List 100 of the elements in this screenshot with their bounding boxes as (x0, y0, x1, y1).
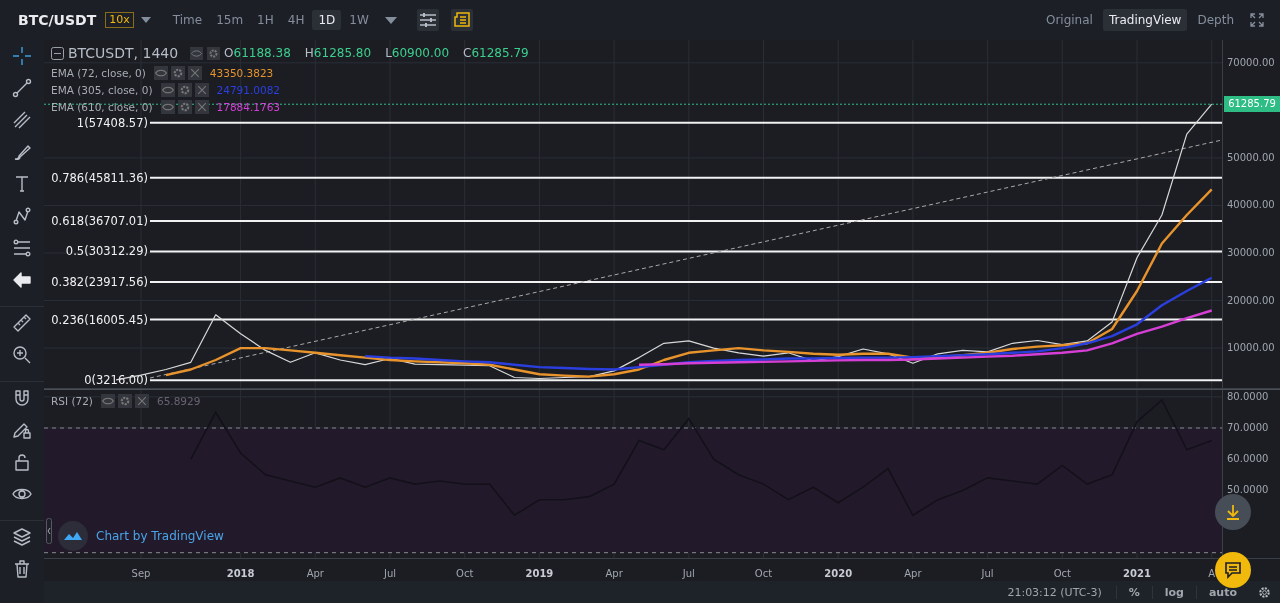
time-axis-label: A (1207, 568, 1217, 579)
price-axis-label: 30000.00 (1227, 245, 1275, 260)
time-axis-label: Oct (753, 568, 774, 579)
sliders-icon (418, 12, 437, 28)
fib-level-line[interactable] (149, 220, 1223, 223)
view-tab[interactable]: TradingView (1102, 9, 1188, 31)
eye-icon[interactable] (160, 82, 175, 97)
attribution-link[interactable]: Chart by TradingView (96, 529, 224, 543)
ohlc-value: 61285.79 (471, 46, 529, 60)
interval-tab[interactable]: 1H (251, 10, 280, 30)
settings-icon[interactable] (1257, 584, 1272, 600)
ruler-icon[interactable] (12, 313, 32, 333)
crosshair-icon[interactable] (12, 46, 32, 66)
magnet-icon[interactable] (12, 388, 32, 408)
layers-icon[interactable] (12, 527, 32, 547)
eye-icon[interactable] (153, 65, 168, 80)
scale-option[interactable]: auto (1195, 585, 1249, 599)
close-icon[interactable] (187, 65, 202, 80)
fib-level-label: 0.5(30312.29) (65, 243, 148, 260)
chat-button[interactable] (1215, 552, 1251, 588)
caret-icon[interactable] (384, 16, 397, 24)
settings-icon[interactable] (177, 99, 192, 114)
fib-level-line[interactable] (149, 280, 1223, 283)
view-tab[interactable]: Depth (1191, 9, 1240, 31)
time-axis-label: Jul (681, 568, 696, 579)
rsi-axis-label: 80.0000 (1227, 389, 1269, 404)
time-axis-label: Apr (305, 568, 325, 579)
settings-icon[interactable] (170, 65, 185, 80)
time-axis-label: Apr (604, 568, 624, 579)
leverage-badge[interactable]: 10x (105, 12, 134, 28)
chart-symbol: BTCUSDT, 1440 (68, 45, 179, 61)
ohlc-key: H (304, 46, 314, 60)
indicator-value: 17884.1763 (216, 100, 280, 113)
close-icon[interactable] (194, 99, 209, 114)
close-icon[interactable] (134, 394, 149, 408)
unlock-icon[interactable] (12, 452, 32, 472)
settings-button[interactable] (416, 9, 439, 31)
scale-option[interactable]: % (1115, 585, 1152, 599)
scroll-to-end-button[interactable] (1215, 494, 1251, 530)
indicator-label: EMA (305, close, 0) (51, 83, 153, 96)
time-axis-label: Jul (980, 568, 995, 579)
pitchfork-icon[interactable] (12, 110, 32, 130)
ohlc-value: 61285.80 (313, 46, 372, 60)
fib-level-line[interactable] (149, 379, 1223, 382)
view-tab[interactable]: Original (1039, 9, 1099, 31)
fib-level-label: 0.236(16005.45) (51, 311, 148, 328)
time-axis-label: 2019 (524, 568, 555, 579)
eye-icon[interactable] (100, 394, 115, 408)
interval-tab[interactable]: 1D (312, 10, 342, 30)
settings-icon[interactable] (117, 394, 132, 408)
price-axis-label: 10000.00 (1227, 341, 1275, 356)
close-icon[interactable] (194, 82, 209, 97)
indicator-value: 43350.3823 (209, 66, 274, 79)
time-axis-label: Apr (903, 568, 923, 579)
interval-tab[interactable]: 15m (210, 10, 250, 30)
download-icon (1225, 504, 1241, 520)
settings-icon[interactable] (207, 46, 221, 60)
logo-icon (58, 521, 88, 551)
price-axis-label: 50000.00 (1227, 150, 1275, 165)
collapse-icon[interactable] (51, 46, 64, 60)
price-axis-label: 40000.00 (1227, 198, 1275, 213)
fib-level-label: 0(3216.00) (84, 372, 148, 389)
arrow-left-icon[interactable] (12, 270, 32, 290)
indicator-label: EMA (610, close, 0) (51, 100, 153, 113)
zoom-in-icon[interactable] (12, 345, 32, 365)
interval-tab[interactable]: 4H (281, 10, 311, 30)
indicator-value: 24791.0082 (216, 83, 280, 96)
time-axis-label: 2020 (823, 568, 854, 579)
fib-level-line[interactable] (149, 121, 1223, 124)
interval-tab[interactable]: Time (166, 10, 209, 30)
trash-icon[interactable] (12, 559, 32, 579)
nodes-icon[interactable] (12, 206, 32, 226)
trend-line[interactable] (149, 139, 1223, 379)
caret-icon[interactable] (140, 17, 151, 23)
indicators-button[interactable] (450, 9, 473, 31)
fib-level-label: 0.786(45811.36) (51, 169, 148, 186)
collapse-handle[interactable] (46, 518, 52, 544)
trend-line-icon[interactable] (12, 78, 32, 98)
price-axis-label: 20000.00 (1227, 293, 1275, 308)
last-price-tag: 61285.79 (1224, 96, 1280, 113)
settings-icon[interactable] (177, 82, 192, 97)
time-axis-label: 2018 (225, 568, 256, 579)
rsi-axis-label: 60.0000 (1227, 452, 1269, 467)
ohlc-value: 60900.00 (391, 46, 450, 60)
price-axis-label: 70000.00 (1227, 55, 1275, 70)
eye-icon[interactable] (160, 99, 175, 114)
ohlc-key: O (224, 46, 234, 60)
fib-tool-icon[interactable] (12, 238, 32, 258)
fullscreen-icon[interactable] (1250, 13, 1264, 27)
fib-level-line[interactable] (149, 176, 1223, 179)
scale-option[interactable]: log (1151, 585, 1196, 599)
time-axis-label: Oct (1052, 568, 1072, 579)
clock-time[interactable]: 21:03:12 (UTC-3) (1007, 585, 1102, 599)
indicator-label: RSI (72) (51, 395, 93, 407)
fib-level-label: 0.382(23917.56) (51, 273, 148, 290)
symbol-title: BTC/USDT (18, 12, 97, 28)
interval-tab[interactable]: 1W (343, 10, 375, 30)
indicator-value: 65.8929 (156, 395, 201, 407)
fib-level-label: 1(57408.57) (76, 114, 148, 131)
fib-level-label: 0.618(36707.01) (51, 213, 148, 230)
